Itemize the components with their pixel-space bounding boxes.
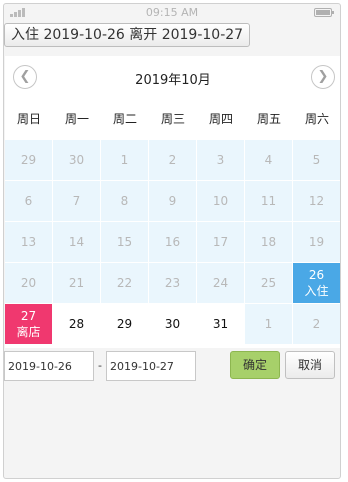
day-number: 2 [312, 317, 321, 331]
day-number: 6 [24, 194, 33, 208]
day-cell: 9 [149, 181, 197, 222]
day-number: 11 [260, 194, 277, 208]
day-number: 5 [312, 153, 321, 167]
date-range-button[interactable]: 入住 2019-10-26 离开 2019-10-27 [4, 23, 251, 47]
day-number: 10 [212, 194, 229, 208]
day-cell: 29 [5, 140, 53, 181]
day-cell[interactable]: 1 [245, 304, 293, 345]
weekday-label: 周日 [16, 112, 41, 126]
day-number: 16 [164, 235, 181, 249]
day-cell: 19 [293, 222, 340, 263]
day-cell: 4 [245, 140, 293, 181]
day-number: 9 [168, 194, 177, 208]
day-cell: 21 [53, 263, 101, 304]
day-cell: 24 [197, 263, 245, 304]
day-number: 1 [120, 153, 129, 167]
day-number: 22 [116, 276, 133, 290]
day-cell[interactable]: 28 [53, 304, 101, 345]
day-cell[interactable]: 30 [149, 304, 197, 345]
status-bar: 09:15 AM [4, 4, 340, 22]
day-cell[interactable]: 31 [197, 304, 245, 345]
day-cell: 13 [5, 222, 53, 263]
day-cell: 17 [197, 222, 245, 263]
day-cell: 25 [245, 263, 293, 304]
day-grid: 29 30 1 2 3 4 5 6 7 8 9 10 11 12 13 14 15 16 17 18 19 20 21 22 2… [5, 140, 340, 345]
calendar: ❮ 2019年10月 ❯ 周日 周一 周二 周三 周四 周五 周六 29 30 1 2 3 4 5 6 7 8… [5, 56, 340, 348]
day-number: 15 [116, 235, 133, 249]
day-number: 17 [212, 235, 229, 249]
day-number: 20 [20, 276, 37, 290]
day-cell: 5 [293, 140, 340, 181]
day-number: 4 [264, 153, 273, 167]
date-separator: - [98, 359, 102, 372]
weekday-row: 周日 周一 周二 周三 周四 周五 周六 [5, 98, 340, 140]
day-cell: 7 [53, 181, 101, 222]
day-number: 19 [308, 235, 325, 249]
device-frame: 09:15 AM 入住 2019-10-26 离开 2019-10-27 ❮ 2… [3, 3, 341, 479]
day-number: 30 [68, 153, 85, 167]
battery-icon [314, 8, 334, 17]
day-number: 14 [68, 235, 85, 249]
day-cell: 20 [5, 263, 53, 304]
day-number: 8 [120, 194, 129, 208]
chevron-right-icon[interactable]: ❯ [311, 65, 335, 89]
day-number: 24 [212, 276, 229, 290]
day-cell: 8 [101, 181, 149, 222]
calendar-title: 2019年10月 [135, 73, 211, 88]
day-number: 28 [68, 317, 85, 331]
day-cell: 11 [245, 181, 293, 222]
day-number: 21 [68, 276, 85, 290]
weekday-label: 周四 [208, 112, 233, 126]
day-cell: 3 [197, 140, 245, 181]
day-number: 29 [20, 153, 37, 167]
day-number: 1 [264, 317, 273, 331]
cancel-button[interactable]: 取消 [285, 351, 335, 379]
status-time: 09:15 AM [145, 6, 199, 19]
weekday-label: 周二 [112, 112, 137, 126]
day-cell: 6 [5, 181, 53, 222]
end-date-input[interactable] [106, 351, 196, 381]
day-number: 13 [20, 235, 37, 249]
day-number: 2 [168, 153, 177, 167]
day-cell[interactable]: 26 入住 [293, 263, 340, 304]
day-number: 29 [116, 317, 133, 331]
day-number: 12 [308, 194, 325, 208]
start-date-input[interactable] [4, 351, 94, 381]
day-number: 18 [260, 235, 277, 249]
day-number: 25 [260, 276, 277, 290]
day-number: 31 [212, 317, 229, 331]
day-cell: 22 [101, 263, 149, 304]
day-cell: 12 [293, 181, 340, 222]
calendar-header: ❮ 2019年10月 ❯ [5, 56, 340, 98]
date-footer: - 确定 取消 [4, 348, 340, 394]
day-cell: 1 [101, 140, 149, 181]
day-tag: 离店 [16, 325, 41, 339]
day-cell: 10 [197, 181, 245, 222]
weekday-label: 周三 [160, 112, 185, 126]
day-cell: 23 [149, 263, 197, 304]
day-number: 7 [72, 194, 81, 208]
day-cell: 2 [149, 140, 197, 181]
day-number: 30 [164, 317, 181, 331]
day-number: 3 [216, 153, 225, 167]
day-cell[interactable]: 29 [101, 304, 149, 345]
weekday-label: 周五 [256, 112, 281, 126]
confirm-button[interactable]: 确定 [230, 351, 280, 379]
day-cell: 30 [53, 140, 101, 181]
weekday-label: 周六 [304, 112, 329, 126]
day-cell: 15 [101, 222, 149, 263]
day-tag: 入住 [304, 284, 329, 298]
day-cell: 18 [245, 222, 293, 263]
weekday-label: 周一 [64, 112, 89, 126]
day-cell[interactable]: 27 离店 [5, 304, 53, 345]
day-number: 27 [20, 309, 37, 323]
day-number: 26 [308, 268, 325, 282]
day-cell: 16 [149, 222, 197, 263]
day-number: 23 [164, 276, 181, 290]
day-cell: 14 [53, 222, 101, 263]
day-cell[interactable]: 2 [293, 304, 340, 345]
